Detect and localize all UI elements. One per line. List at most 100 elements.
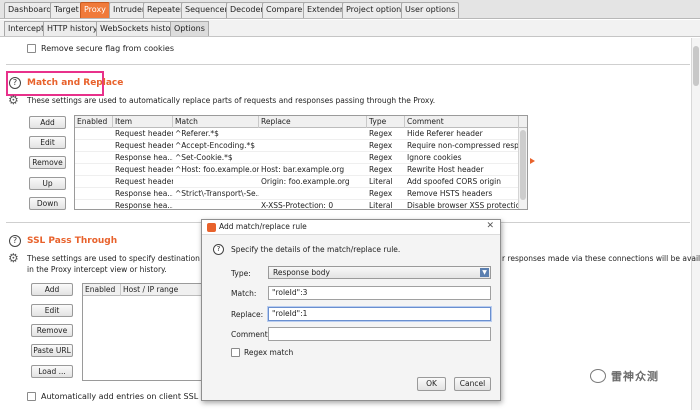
table-row[interactable]: Request header ^Referer.*$ Regex Hide Re…	[75, 128, 519, 140]
ssl-edit-button[interactable]: Edit	[31, 304, 73, 317]
tab-target[interactable]: Target	[50, 2, 83, 18]
dialog-instruction: Specify the details of the match/replace…	[231, 245, 401, 254]
down-button[interactable]: Down	[29, 197, 66, 210]
regex-match-label: Regex match	[244, 348, 294, 357]
dialog-titlebar[interactable]: Add match/replace rule ✕	[202, 220, 500, 235]
remove-secure-flag-checkbox[interactable]	[27, 44, 36, 53]
row-type: Regex	[369, 165, 393, 174]
row-comment: Require non-compressed respo...	[407, 141, 519, 150]
column-header-enabled[interactable]: Enabled	[75, 116, 113, 128]
row-item: Response hea...	[115, 201, 173, 210]
paste-url-button[interactable]: Paste URL	[31, 344, 73, 357]
table-header: Enabled Item Match Replace Type Comment	[75, 116, 527, 128]
match-replace-description: These settings are used to automatically…	[27, 96, 436, 105]
row-comment: Hide Referer header	[407, 129, 483, 138]
ok-button[interactable]: OK	[417, 377, 446, 391]
remove-secure-flag-label: Remove secure flag from cookies	[41, 44, 174, 53]
help-icon[interactable]: ?	[9, 77, 21, 89]
row-replace: Origin: foo.example.org	[261, 177, 350, 186]
row-match	[173, 176, 259, 188]
ssl-add-button[interactable]: Add	[31, 283, 73, 296]
tab-http-history[interactable]: HTTP history	[43, 21, 102, 36]
tab-project-options[interactable]: Project options	[342, 2, 410, 18]
row-match: ^Accept-Encoding.*$	[175, 141, 256, 150]
tab-proxy[interactable]: Proxy	[80, 2, 110, 18]
ssl-pass-through-title: SSL Pass Through	[27, 236, 118, 246]
load-button[interactable]: Load ...	[31, 365, 73, 378]
row-type: Regex	[369, 189, 393, 198]
row-replace	[259, 140, 367, 152]
help-icon[interactable]: ?	[9, 235, 21, 247]
ssl-remove-button[interactable]: Remove	[31, 324, 73, 337]
gear-icon[interactable]: ⚙	[8, 252, 20, 264]
dialog-title: Add match/replace rule	[219, 222, 307, 231]
column-header-host[interactable]: Host / IP range	[121, 284, 213, 296]
table-header: Enabled Host / IP range	[83, 284, 213, 296]
row-match: ^Set-Cookie.*$	[175, 153, 233, 162]
row-comment: Add spoofed CORS origin	[407, 177, 501, 186]
column-header-type[interactable]: Type	[367, 116, 405, 128]
column-header-item[interactable]: Item	[113, 116, 173, 128]
column-header-comment[interactable]: Comment	[405, 116, 519, 128]
add-button[interactable]: Add	[29, 116, 66, 129]
expand-arrow-icon[interactable]	[530, 158, 535, 164]
row-match	[173, 200, 259, 209]
remove-button[interactable]: Remove	[29, 156, 66, 169]
wechat-logo-icon	[590, 369, 606, 383]
page-scrollbar[interactable]	[691, 38, 700, 410]
help-icon[interactable]: ?	[213, 244, 224, 255]
comment-input[interactable]	[268, 327, 491, 341]
row-replace: X-XSS-Protection: 0	[261, 201, 334, 210]
tab-dashboard[interactable]: Dashboard	[4, 2, 56, 18]
row-item: Response hea...	[115, 153, 173, 162]
table-row[interactable]: Request header ^Host: foo.example.org$ H…	[75, 164, 519, 176]
row-replace	[259, 128, 367, 140]
row-comment: Rewrite Host header	[407, 165, 484, 174]
row-item: Request header	[115, 177, 173, 186]
replace-input[interactable]: "roleId":1	[268, 307, 491, 321]
column-header-enabled[interactable]: Enabled	[83, 284, 121, 296]
ssl-description-line2: in the Proxy intercept view or history.	[27, 265, 167, 274]
row-item: Request header	[115, 141, 173, 150]
add-match-replace-dialog: Add match/replace rule ✕ ? Specify the d…	[201, 219, 501, 401]
row-comment: Disable browser XSS protection	[407, 201, 519, 210]
match-input[interactable]: "roleId":3	[268, 286, 491, 300]
row-enabled-checkbox[interactable]	[89, 201, 91, 209]
table-row[interactable]: Response hea... ^Set-Cookie.*$ Regex Ign…	[75, 152, 519, 164]
type-label: Type:	[231, 269, 251, 278]
table-row[interactable]: Request header Origin: foo.example.org L…	[75, 176, 519, 188]
regex-match-checkbox[interactable]	[231, 348, 240, 357]
watermark-text: 雷神众测	[611, 370, 659, 383]
cancel-button[interactable]: Cancel	[454, 377, 491, 391]
tab-intercept[interactable]: Intercept	[4, 21, 49, 36]
row-replace	[259, 188, 367, 200]
table-row[interactable]: Response hea... X-XSS-Protection: 0 Lite…	[75, 200, 519, 210]
ssl-pass-through-table: Enabled Host / IP range	[82, 283, 213, 381]
row-comment: Ignore cookies	[407, 153, 462, 162]
watermark: 雷神众测	[590, 368, 659, 384]
table-scrollbar-thumb[interactable]	[520, 130, 526, 200]
tab-options[interactable]: Options	[170, 21, 209, 36]
column-header-match[interactable]: Match	[173, 116, 259, 128]
table-scrollbar[interactable]	[518, 128, 527, 209]
tab-extender[interactable]: Extender	[303, 2, 348, 18]
burp-logo-icon	[207, 223, 216, 232]
row-type: Regex	[369, 141, 393, 150]
up-button[interactable]: Up	[29, 177, 66, 190]
table-row[interactable]: Request header ^Accept-Encoding.*$ Regex…	[75, 140, 519, 152]
match-replace-title: Match and Replace	[27, 78, 124, 88]
chevron-down-icon[interactable]: ▼	[480, 268, 489, 277]
type-select[interactable]: Response body ▼	[268, 266, 491, 279]
edit-button[interactable]: Edit	[29, 136, 66, 149]
column-header-replace[interactable]: Replace	[259, 116, 367, 128]
page-scrollbar-thumb[interactable]	[693, 46, 699, 86]
tab-sequencer[interactable]: Sequencer	[181, 2, 232, 18]
proxy-sub-tab-bar: Intercept HTTP history WebSockets histor…	[0, 20, 700, 37]
gear-icon[interactable]: ⚙	[8, 94, 20, 106]
table-row[interactable]: Response hea... ^Strict\-Transport\-Se..…	[75, 188, 519, 200]
match-label: Match:	[231, 289, 257, 298]
main-tab-bar: Dashboard Target Proxy Intruder Repeater…	[0, 0, 700, 19]
close-icon[interactable]: ✕	[486, 221, 494, 231]
auto-add-checkbox[interactable]	[27, 392, 36, 401]
tab-user-options[interactable]: User options	[401, 2, 460, 18]
